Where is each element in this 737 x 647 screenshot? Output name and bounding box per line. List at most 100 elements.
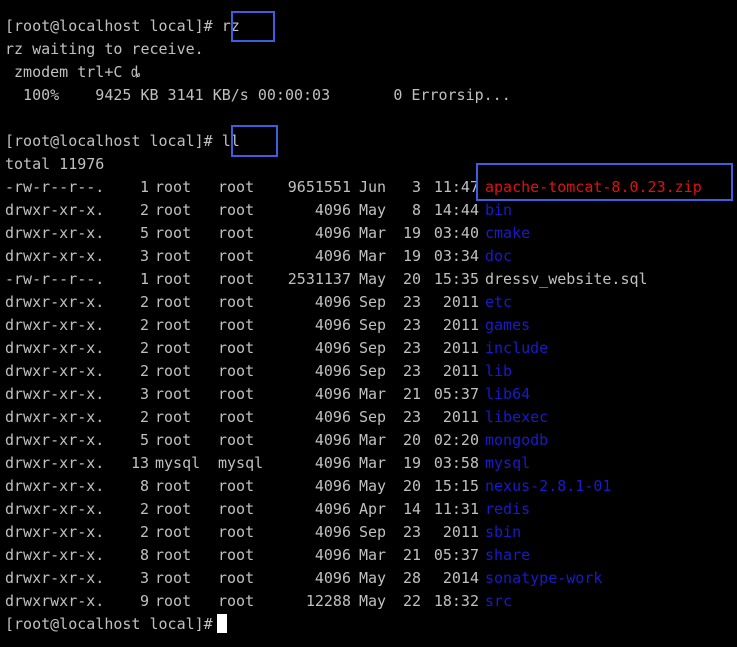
link-count: 9 [139, 592, 149, 610]
file-name: doc [485, 247, 513, 265]
month: Mar [359, 431, 387, 449]
month: Sep [359, 339, 387, 357]
day: 21 [402, 546, 421, 564]
month: Mar [359, 224, 387, 242]
final-prompt-line[interactable]: [root@localhost local]# [5, 613, 227, 636]
file-name: src [485, 592, 513, 610]
time: 2011 [442, 362, 479, 380]
group: root [218, 592, 255, 610]
permissions: drwxr-xr-x. [5, 339, 105, 357]
month: May [359, 201, 387, 219]
group: root [218, 178, 255, 196]
file-name: mysql [485, 454, 531, 472]
owner: root [155, 477, 192, 495]
group: root [218, 339, 255, 357]
time: 03:40 [433, 224, 479, 242]
link-count: 8 [139, 477, 149, 495]
owner: root [155, 362, 192, 380]
time: 2011 [442, 316, 479, 334]
day: 8 [411, 201, 421, 219]
link-count: 13 [130, 454, 149, 472]
file-size: 4096 [314, 454, 351, 472]
file-name: cmake [485, 224, 531, 242]
link-count: 1 [139, 178, 149, 196]
day: 23 [402, 523, 421, 541]
file-name: nexus-2.8.1-01 [485, 477, 612, 495]
month: Sep [359, 408, 387, 426]
file-size: 4096 [314, 546, 351, 564]
permissions: drwxrwxr-x. [5, 592, 105, 610]
file-size: 4096 [314, 224, 351, 242]
month: Mar [359, 247, 387, 265]
group: root [218, 247, 255, 265]
group: root [218, 385, 255, 403]
link-count: 3 [139, 247, 149, 265]
owner: root [155, 178, 192, 196]
owner: root [155, 247, 192, 265]
file-name: share [485, 546, 531, 564]
file-size: 4096 [314, 339, 351, 357]
group: root [218, 224, 255, 242]
prompt-ll-line: [root@localhost local]# ll [5, 132, 240, 150]
file-size: 4096 [314, 408, 351, 426]
owner: root [155, 569, 192, 587]
group: root [218, 500, 255, 518]
file-size: 4096 [314, 247, 351, 265]
time: 2011 [442, 293, 479, 311]
link-count: 2 [139, 201, 149, 219]
time: 2011 [442, 408, 479, 426]
day: 28 [402, 569, 421, 587]
day: 20 [402, 270, 421, 288]
month: Apr [359, 500, 387, 518]
permissions: drwxr-xr-x. [5, 293, 105, 311]
link-count: 3 [139, 569, 149, 587]
file-size: 4096 [314, 362, 351, 380]
file-size: 4096 [314, 569, 351, 587]
day: 22 [402, 592, 421, 610]
time: 03:58 [433, 454, 479, 472]
month: Mar [359, 385, 387, 403]
owner: root [155, 500, 192, 518]
time: 2011 [442, 523, 479, 541]
permissions: -rw-r--r--. [5, 270, 105, 288]
file-size: 4096 [314, 385, 351, 403]
file-name: lib [485, 362, 513, 380]
link-count: 2 [139, 523, 149, 541]
link-count: 2 [139, 408, 149, 426]
day: 20 [402, 431, 421, 449]
link-count: 5 [139, 431, 149, 449]
group: root [218, 569, 255, 587]
day: 23 [402, 316, 421, 334]
file-size: 4096 [314, 201, 351, 219]
zmodem-hint-line: zmodem trl+C ȡ [5, 63, 141, 81]
day: 14 [402, 500, 421, 518]
permissions: drwxr-xr-x. [5, 408, 105, 426]
link-count: 2 [139, 316, 149, 334]
permissions: drwxr-xr-x. [5, 247, 105, 265]
file-size: 4096 [314, 477, 351, 495]
link-count: 2 [139, 339, 149, 357]
file-size: 9651551 [287, 178, 351, 196]
owner: root [155, 201, 192, 219]
time: 05:37 [433, 546, 479, 564]
day: 23 [402, 339, 421, 357]
group: root [218, 270, 255, 288]
link-count: 1 [139, 270, 149, 288]
group: root [218, 546, 255, 564]
total-line: total 11976 [5, 155, 105, 173]
day: 19 [402, 247, 421, 265]
owner: root [155, 316, 192, 334]
link-count: 5 [139, 224, 149, 242]
month: May [359, 477, 387, 495]
group: root [218, 293, 255, 311]
month: Jun [359, 178, 387, 196]
prompt-rz-line: [root@localhost local]# rz [5, 17, 240, 35]
zip-file-highlight [476, 163, 733, 201]
time: 05:37 [433, 385, 479, 403]
owner: root [155, 408, 192, 426]
file-name: bin [485, 201, 513, 219]
permissions: drwxr-xr-x. [5, 385, 105, 403]
file-name: etc [485, 293, 513, 311]
terminal-window[interactable]: [root@localhost local]# rz rz waiting to… [0, 0, 737, 647]
permissions: drwxr-xr-x. [5, 500, 105, 518]
